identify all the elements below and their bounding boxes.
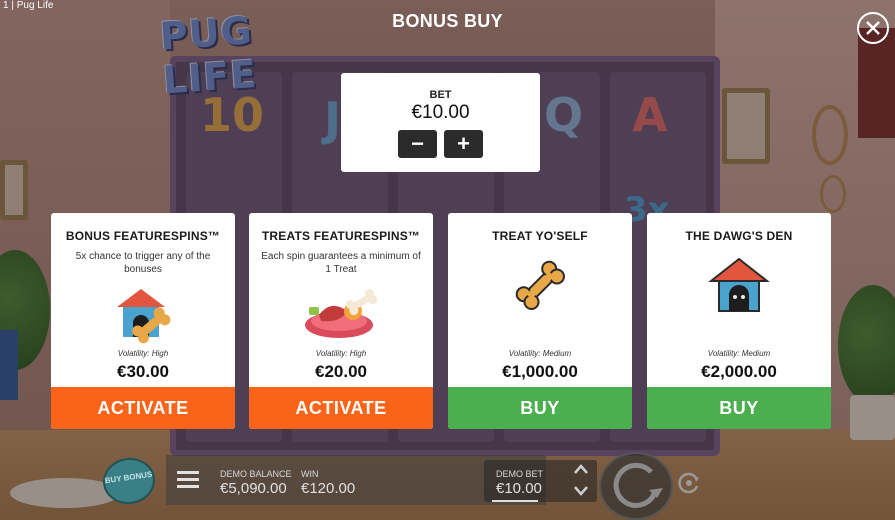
autoplay-icon[interactable] xyxy=(676,470,704,496)
balance-value: €5,090.00 xyxy=(220,480,287,497)
volatility-label: Volatility: Medium xyxy=(508,349,572,358)
card-title: TREATS FEATURESPINS™ xyxy=(261,229,421,243)
doghouse-bone-icon xyxy=(51,277,235,349)
buy-button[interactable]: BUY xyxy=(647,387,831,429)
bonus-card-dawgs-den: THE DAWG'S DEN Volatility: Medium €2,000… xyxy=(647,213,831,429)
bet-underline xyxy=(492,500,538,502)
volatility-label: Volatility: High xyxy=(315,349,367,358)
doghouse-icon xyxy=(647,249,831,321)
bet-up-arrow-icon[interactable] xyxy=(574,463,588,477)
bonus-card-bonus-featurespins: BONUS FEATURESPINS™ 5x chance to trigger… xyxy=(51,213,235,429)
bonus-card-treat-yoself: TREAT YO'SELF Volatility: Medium €1,000.… xyxy=(448,213,632,429)
card-title: TREAT YO'SELF xyxy=(492,229,588,243)
bet-down-arrow-icon[interactable] xyxy=(574,485,588,499)
increase-bet-button[interactable]: + xyxy=(444,130,483,158)
win-value: €120.00 xyxy=(301,480,356,497)
card-title: THE DAWG'S DEN xyxy=(685,229,793,243)
activate-button[interactable]: ACTIVATE xyxy=(51,387,235,429)
activate-button[interactable]: ACTIVATE xyxy=(249,387,433,429)
spin-button[interactable] xyxy=(599,452,673,520)
treats-plate-icon xyxy=(249,277,433,349)
close-icon xyxy=(866,21,880,35)
card-description: Each spin guarantees a minimum of 1 Trea… xyxy=(261,251,421,275)
modal-title: BONUS BUY xyxy=(392,11,503,31)
spin-icon xyxy=(613,462,663,508)
bet-label: BET xyxy=(429,89,452,101)
decrease-bet-button[interactable]: − xyxy=(398,130,437,158)
bet-value: €10.00 xyxy=(411,102,470,123)
bet-box: BET €10.00 − + xyxy=(341,73,540,172)
close-button[interactable] xyxy=(857,12,889,44)
balance-label: DEMO BALANCE xyxy=(220,469,292,479)
demo-bet-label: DEMO BET xyxy=(496,469,544,479)
card-description: 5x chance to trigger any of the bonuses xyxy=(75,251,211,275)
bonus-card-treats-featurespins: TREATS FEATURESPINS™ Each spin guarantee… xyxy=(249,213,433,429)
volatility-label: Volatility: Medium xyxy=(707,349,771,358)
volatility-label: Volatility: High xyxy=(117,349,169,358)
card-price: €20.00 xyxy=(315,362,367,381)
menu-icon[interactable] xyxy=(177,471,199,489)
win-label: WIN xyxy=(301,469,319,479)
bone-icon xyxy=(448,249,632,321)
buy-button[interactable]: BUY xyxy=(448,387,632,429)
card-price: €2,000.00 xyxy=(701,362,777,381)
card-price: €30.00 xyxy=(117,362,169,381)
window-caption: 1 | Pug Life xyxy=(3,0,54,11)
card-title: BONUS FEATURESPINS™ xyxy=(65,229,221,243)
card-price: €1,000.00 xyxy=(502,362,578,381)
demo-bet-value: €10.00 xyxy=(496,480,542,497)
